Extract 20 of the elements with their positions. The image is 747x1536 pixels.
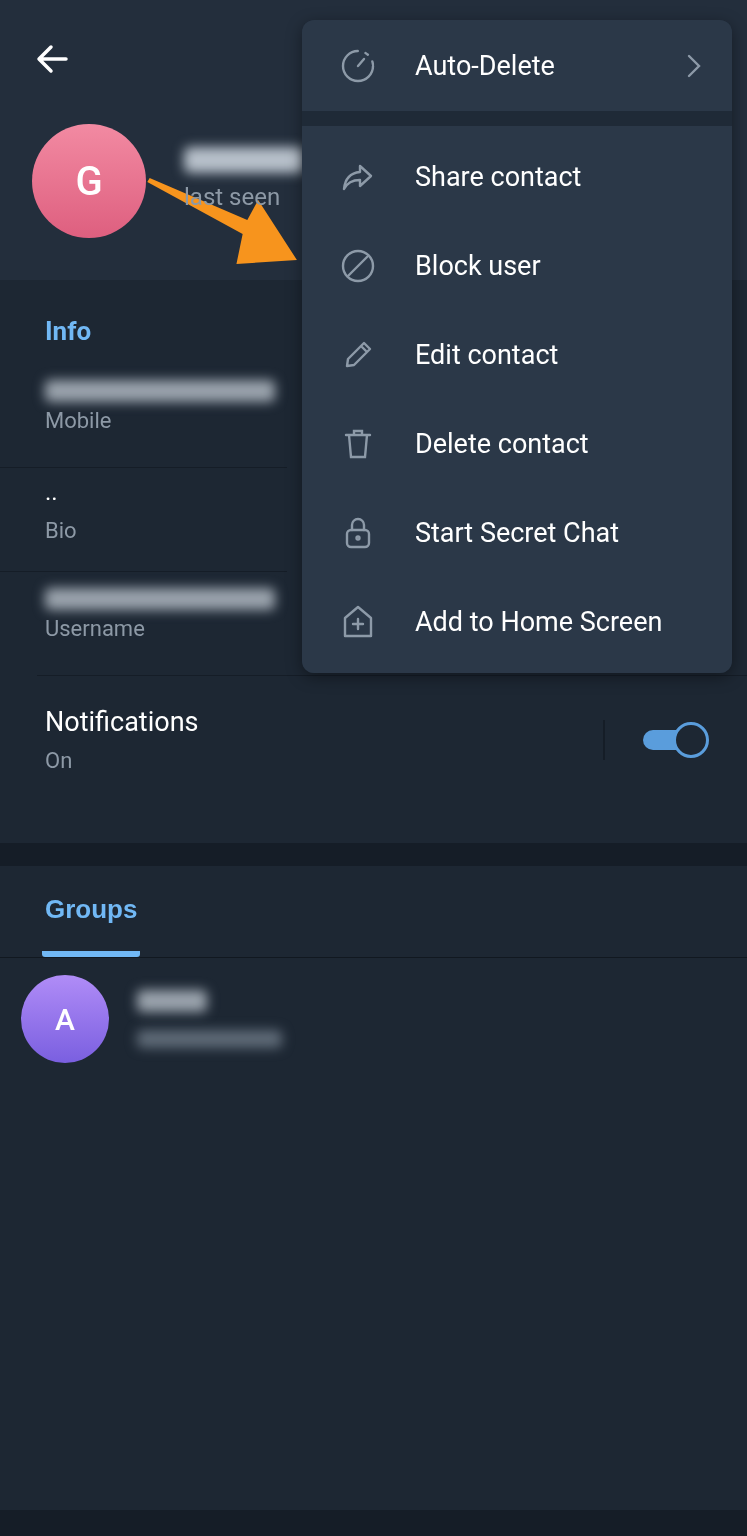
menu-item[interactable]: Start Secret Chat: [302, 488, 732, 577]
tab[interactable]: Groups: [42, 894, 141, 957]
field-label: Bio: [45, 518, 77, 543]
field-label: Mobile: [45, 408, 112, 433]
notifications-toggle[interactable]: [643, 721, 707, 758]
menu-item[interactable]: Delete contact: [302, 399, 732, 488]
section-title: Info: [44, 315, 92, 348]
avatar: G: [32, 124, 146, 238]
menu-item[interactable]: Share contact: [302, 132, 732, 221]
blurred-group-name: [137, 990, 207, 1012]
group-avatar[interactable]: A: [21, 975, 109, 1063]
menu-item[interactable]: Auto-Delete: [302, 21, 732, 110]
notifications-label: Notifications: [45, 706, 200, 738]
back-arrow-icon[interactable]: [36, 44, 68, 74]
menu-item[interactable]: Edit contact: [302, 310, 732, 399]
menu-item[interactable]: Block user: [302, 221, 732, 310]
field-value: ..: [45, 478, 58, 508]
notifications-status: On: [45, 748, 74, 773]
field-label: Username: [45, 616, 145, 641]
menu-item[interactable]: Add to Home Screen: [302, 577, 732, 666]
